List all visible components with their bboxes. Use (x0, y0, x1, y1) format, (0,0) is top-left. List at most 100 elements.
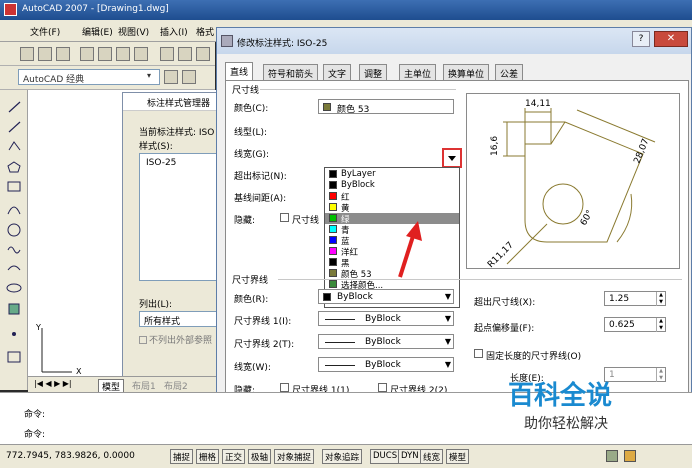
ducs-toggle[interactable]: DUCS (370, 449, 401, 464)
linetype-sample (325, 342, 355, 343)
lock-icon[interactable] (624, 450, 636, 462)
spin-down-icon[interactable]: ▼ (656, 299, 665, 306)
exclude-xref-label: 不列出外部参照 (149, 336, 213, 346)
tab-alternate-units[interactable]: 换算单位 (443, 64, 490, 80)
command-prompt[interactable]: 命令: (24, 427, 45, 440)
ext-lineweight-select[interactable]: ByBlock ▼ (318, 357, 454, 372)
color-option-blue[interactable]: 蓝 (325, 235, 459, 247)
preview-dim-left: 16,6 (490, 136, 500, 156)
menu-file[interactable]: 文件(F) (30, 25, 60, 38)
color-option-53[interactable]: 颜色 53 (325, 268, 459, 280)
polar-toggle[interactable]: 极轴 (248, 449, 272, 464)
fixed-length-checkbox[interactable] (474, 349, 483, 358)
osnap-toggle[interactable]: 对象捕捉 (274, 449, 315, 464)
ext-linetype2-select[interactable]: ByBlock ▼ (318, 334, 454, 349)
suppress-ext1-checkbox[interactable] (280, 383, 289, 392)
suppress-ext2-checkbox[interactable] (378, 383, 387, 392)
tab-tolerances[interactable]: 公差 (495, 64, 524, 80)
close-button[interactable]: ✕ (654, 31, 688, 47)
extend-beyond-spinner[interactable]: 1.25 ▲ ▼ (604, 291, 666, 306)
new-file-icon[interactable] (20, 47, 34, 61)
highlighted-dropdown-arrow[interactable] (442, 148, 462, 168)
save-icon[interactable] (56, 47, 70, 61)
ortho-toggle[interactable]: 正交 (222, 449, 246, 464)
color-option-yellow[interactable]: 黄 (325, 202, 459, 214)
styles-label: 样式(S): (139, 142, 173, 152)
color-dropdown-list[interactable]: ByLayer ByBlock 红 黄 绿 青 蓝 洋红 黑 颜色 53 选择颜… (324, 167, 460, 308)
list-item[interactable]: ISO-25 (146, 158, 176, 168)
grid-toggle[interactable]: 栅格 (196, 449, 220, 464)
color-option-magenta[interactable]: 洋红 (325, 246, 459, 258)
menu-view[interactable]: 视图(V) (118, 25, 149, 38)
color-swatch (329, 203, 337, 211)
publish-icon[interactable] (116, 47, 130, 61)
ext-color-select[interactable]: ByBlock ▼ (318, 289, 454, 304)
menu-edit[interactable]: 编辑(E) (82, 25, 113, 38)
exclude-xref-checkbox[interactable]: 不列出外部参照 (139, 333, 212, 346)
spin-down-icon[interactable]: ▼ (656, 325, 665, 332)
tab-layout1[interactable]: 布局1 (132, 379, 156, 392)
spin-down-icon[interactable]: ▼ (656, 375, 665, 382)
dim-lines-section-title: 尺寸线 (232, 86, 260, 96)
color-swatch (329, 236, 337, 244)
tab-layout2[interactable]: 布局2 (164, 379, 188, 392)
ellipse-tool-icon (6, 283, 22, 293)
paste-icon[interactable] (196, 47, 210, 61)
color-swatch (329, 181, 337, 189)
preview-right-dim-line (576, 109, 656, 143)
workspace-save-icon[interactable] (182, 70, 196, 84)
cut-icon[interactable] (160, 47, 174, 61)
dyn-toggle[interactable]: DYN (398, 449, 422, 464)
tab-fit[interactable]: 调整 (359, 64, 388, 80)
suppress-dimline-checkbox[interactable] (280, 213, 289, 222)
preview-angle-arc (616, 193, 633, 243)
color-option-byblock[interactable]: ByBlock (325, 180, 459, 191)
tab-nav-arrows-icon[interactable]: |◀ ◀ ▶ ▶| (34, 379, 72, 388)
color-option-black[interactable]: 黑 (325, 257, 459, 269)
snap-toggle[interactable]: 捕捉 (170, 449, 194, 464)
modify-dimension-style-dialog: 修改标注样式: ISO-25 ? ✕ 直线 符号和箭头 文字 调整 主单位 换算… (216, 27, 692, 419)
draw-toolbar (0, 90, 28, 390)
color-swatch (329, 192, 337, 200)
open-file-icon[interactable] (38, 47, 52, 61)
otrack-toggle[interactable]: 对象追踪 (322, 449, 363, 464)
spin-up-icon[interactable]: ▲ (656, 368, 665, 375)
fixed-length-label: 固定长度的尺寸界线(O) (486, 352, 582, 362)
tab-primary-units[interactable]: 主单位 (399, 64, 437, 80)
3d-dwf-icon[interactable] (134, 47, 148, 61)
copy-icon[interactable] (178, 47, 192, 61)
workspace-settings-icon[interactable] (164, 70, 178, 84)
spin-up-icon[interactable]: ▲ (656, 318, 665, 325)
model-space-toggle[interactable]: 模型 (446, 449, 470, 464)
menu-format[interactable]: 格式 (196, 25, 214, 38)
color-option-red[interactable]: 红 (325, 191, 459, 203)
color-swatch (329, 247, 337, 255)
tab-lines[interactable]: 直线 (225, 62, 254, 81)
svg-text:Y: Y (35, 323, 41, 332)
color-option-bylayer[interactable]: ByLayer (325, 169, 459, 180)
tab-symbols-arrows[interactable]: 符号和箭头 (263, 64, 319, 80)
tray-settings-icon[interactable] (606, 450, 618, 462)
plot-preview-icon[interactable] (98, 47, 112, 61)
help-button[interactable]: ? (632, 31, 650, 47)
spin-up-icon[interactable]: ▲ (656, 292, 665, 299)
watermark-main-text: 百科全说 (508, 381, 613, 411)
color-option-green[interactable]: 绿 (325, 213, 459, 225)
origin-offset-spinner[interactable]: 0.625 ▲ ▼ (604, 317, 666, 332)
dim-color-select[interactable]: 颜色 53 (318, 99, 454, 115)
line-tool-icon (8, 101, 21, 113)
chevron-down-icon: ▼ (444, 292, 451, 301)
workspace-select[interactable]: AutoCAD 经典 ▾ (18, 69, 160, 85)
ext-lineweight-value: ByBlock (365, 360, 401, 370)
preview-hole (542, 183, 584, 225)
lineweight-toggle[interactable]: 线宽 (420, 449, 444, 464)
chevron-down-icon: ▼ (444, 360, 451, 369)
list-filter-value: 所有样式 (144, 317, 181, 327)
ext-color-value: ByBlock (337, 292, 373, 302)
print-icon[interactable] (80, 47, 94, 61)
hatch-tool-icon (7, 351, 21, 363)
ext-linetype1-select[interactable]: ByBlock ▼ (318, 311, 454, 326)
tab-text[interactable]: 文字 (323, 64, 352, 80)
menu-insert[interactable]: 插入(I) (160, 25, 188, 38)
color-option-cyan[interactable]: 青 (325, 224, 459, 236)
